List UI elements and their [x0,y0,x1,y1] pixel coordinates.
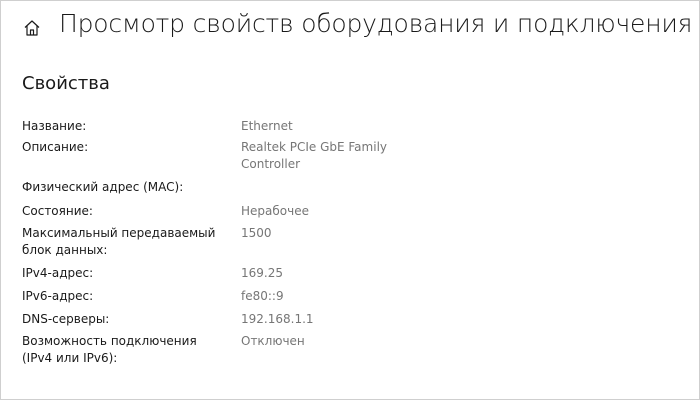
property-label: Описание: [22,140,89,154]
property-label: IPv6-адрес: [22,289,94,303]
home-icon [24,20,40,36]
property-label: IPv4-адрес: [22,266,94,280]
page-title: Просмотр свойств оборудования и подключе… [59,9,693,38]
property-value[interactable]: Отключен [241,333,401,350]
property-label: Максимальный передаваемый блок данных: [22,226,216,257]
home-button[interactable] [17,13,47,43]
header: Просмотр свойств оборудования и подключе… [1,1,700,57]
section-title: Свойства [22,73,110,94]
property-value[interactable]: Ethernet [241,118,401,135]
property-label: DNS-серверы: [22,312,110,326]
property-value[interactable]: fe80::9 [241,288,401,305]
property-value[interactable]: 1500 [241,225,401,242]
property-label: Название: [22,119,87,133]
property-value[interactable]: 169.25 [241,265,401,282]
property-label: Состояние: [22,204,93,218]
property-label: Физический адрес (MAC): [22,180,184,194]
property-value[interactable]: 192.168.1.1 [241,311,401,328]
property-value[interactable]: Нерабочее [241,203,401,220]
property-label: Возможность подключения (IPv4 или IPv6): [22,334,197,365]
property-value[interactable]: Realtek PCIe GbE Family Controller [241,139,401,173]
settings-window: Просмотр свойств оборудования и подключе… [0,0,700,400]
